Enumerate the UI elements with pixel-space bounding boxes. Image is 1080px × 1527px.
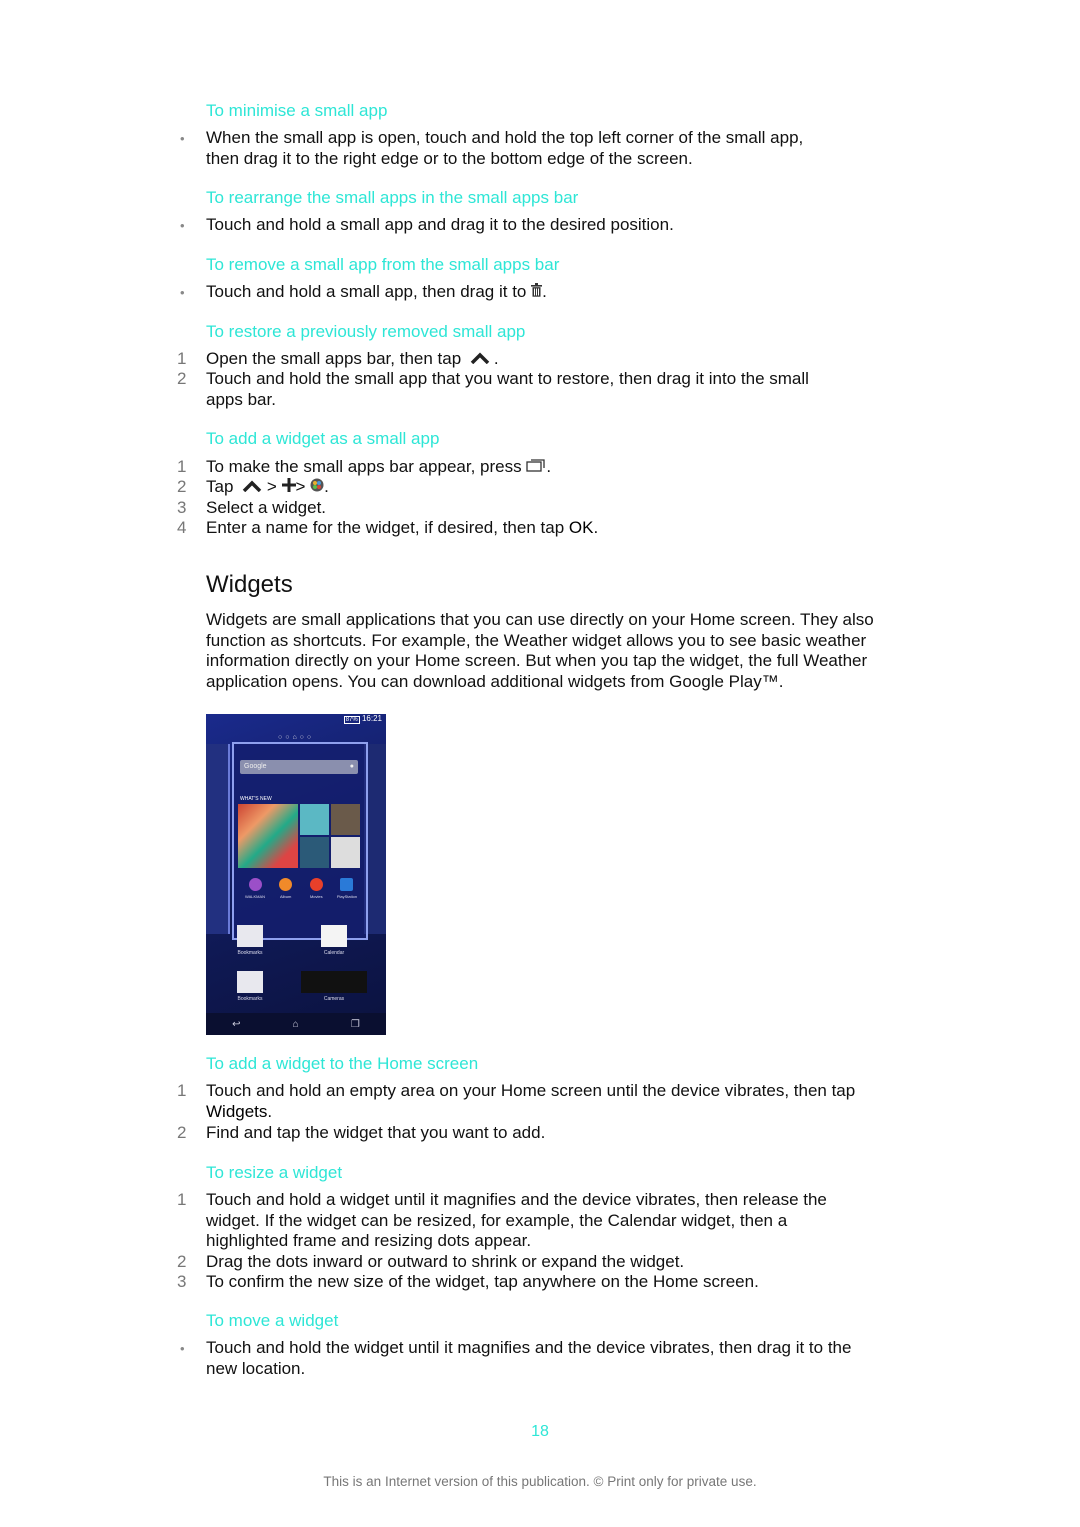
whats-new-tiles <box>238 804 360 868</box>
add-small-step-2-tap: Tap <box>206 477 239 496</box>
whats-new-label: WHAT'S NEW <box>240 796 272 802</box>
tile <box>300 804 329 835</box>
tile <box>300 837 329 868</box>
minimise-text: When the small app is open, touch and ho… <box>206 128 804 168</box>
remove-text: Touch and hold a small app, then drag it… <box>206 282 896 303</box>
recent-apps-icon <box>526 457 546 478</box>
home-pane-main: Google ● WHAT'S NEW WALKMAN Album Movies … <box>232 742 368 940</box>
home-screen-screenshot: 87% 16:21 ○○⌂○○ Google ● WHAT'S NEW WALKM… <box>206 714 386 1035</box>
status-time: 16:21 <box>361 714 382 723</box>
step-number: 3 <box>177 498 187 517</box>
remove-text-a: Touch and hold a small app, then drag it… <box>206 282 532 301</box>
tile <box>331 804 360 835</box>
app-row: WALKMAN Album Movies PlayStation <box>242 878 360 899</box>
step-number: 1 <box>177 1081 187 1100</box>
widget-calendar: Calendar <box>294 919 374 963</box>
restore-step-1: Open the small apps bar, then tap . <box>206 349 896 370</box>
add-small-step-2-end: . <box>324 477 329 496</box>
heading-minimise: To minimise a small app <box>206 101 388 120</box>
step-number: 1 <box>177 349 187 368</box>
step-number: 4 <box>177 518 187 537</box>
heading-add-widget-home: To add a widget to the Home screen <box>206 1054 479 1073</box>
widget-icon <box>310 477 324 498</box>
add-small-step-1-text: To make the small apps bar appear, press <box>206 457 527 476</box>
page-indicator: ○○⌂○○ <box>278 734 315 741</box>
step-number: 2 <box>177 1123 187 1142</box>
step-number: 2 <box>177 477 187 496</box>
add-small-step-4-text: Enter a name for the widget, if desired,… <box>206 518 569 537</box>
tile <box>238 804 298 868</box>
section-title-widgets: Widgets <box>206 571 293 598</box>
ok-label: OK <box>568 518 594 537</box>
restore-step-1-end: . <box>493 349 499 368</box>
chevron-up-icon <box>470 349 490 370</box>
remove-text-b: . <box>542 282 547 301</box>
step-number: 2 <box>177 369 187 388</box>
heading-restore: To restore a previously removed small ap… <box>206 322 526 341</box>
step-number: 1 <box>177 457 187 476</box>
home-pane-left <box>206 744 230 934</box>
back-icon: ↩ <box>232 1018 241 1030</box>
add-small-step-4: Enter a name for the widget, if desired,… <box>206 518 896 539</box>
app-movies: Movies <box>303 878 329 899</box>
chevron-up-icon <box>242 477 262 498</box>
heading-move: To move a widget <box>206 1311 339 1330</box>
widget-bookmarks: Bookmarks <box>210 919 290 963</box>
bullet: • <box>180 1341 185 1356</box>
restore-step-1-text: Open the small apps bar, then tap <box>206 349 466 368</box>
rearrange-text: Touch and hold a small app and drag it t… <box>206 215 674 234</box>
home-icon: ⌂ <box>292 1018 299 1030</box>
bullet: • <box>180 218 185 233</box>
widgets-label: Widgets <box>206 1101 268 1121</box>
heading-rearrange: To rearrange the small apps in the small… <box>206 188 579 207</box>
restore-step-2: Touch and hold the small app that you wa… <box>206 369 809 409</box>
step-number: 1 <box>177 1190 187 1209</box>
heading-add-widget-small-app: To add a widget as a small app <box>206 429 440 448</box>
resize-step-3: To confirm the new size of the widget, t… <box>206 1272 759 1291</box>
recent-apps-icon: ❐ <box>350 1018 360 1030</box>
separator: > <box>295 477 311 496</box>
widget-cameras: Cameras <box>294 965 374 1009</box>
add-small-step-1-end: . <box>546 457 552 476</box>
trash-icon <box>531 282 543 303</box>
bullet: • <box>180 131 185 146</box>
battery-level: 87% <box>343 716 360 724</box>
plus-icon <box>281 477 296 498</box>
step-number: 2 <box>177 1252 187 1271</box>
add-home-step-2: Find and tap the widget that you want to… <box>206 1123 546 1142</box>
heading-resize: To resize a widget <box>206 1163 343 1182</box>
widget-bookmarks: Bookmarks <box>210 965 290 1009</box>
widget-grid: Bookmarks Calendar Bookmarks Cameras <box>206 919 386 1011</box>
step-number: 3 <box>177 1272 187 1291</box>
resize-step-2: Drag the dots inward or outward to shrin… <box>206 1252 685 1271</box>
add-small-step-2: Tap > > . <box>206 477 896 498</box>
resize-step-1: Touch and hold a widget until it magnifi… <box>206 1190 827 1250</box>
status-bar: 87% 16:21 <box>206 714 386 726</box>
nav-bar: ↩ ⌂ ❐ <box>206 1013 386 1035</box>
heading-remove: To remove a small app from the small app… <box>206 255 560 274</box>
add-home-step-1: Touch and hold an empty area on your Hom… <box>206 1081 856 1122</box>
app-walkman: WALKMAN <box>242 878 268 899</box>
separator: > <box>262 477 282 496</box>
widgets-intro: Widgets are small applications that you … <box>206 610 874 691</box>
app-playstation: PlayStation <box>334 878 360 899</box>
footer-notice: This is an Internet version of this publ… <box>323 1474 757 1489</box>
move-text: Touch and hold the widget until it magni… <box>206 1338 852 1378</box>
google-label: Google <box>244 763 267 770</box>
add-home-step-1-end: . <box>267 1101 273 1121</box>
add-small-step-4-end: . <box>593 518 599 537</box>
app-album: Album <box>273 878 299 899</box>
bullet: • <box>180 285 185 300</box>
add-small-step-3: Select a widget. <box>206 498 327 517</box>
add-home-step-1-text: Touch and hold an empty area on your Hom… <box>206 1081 856 1100</box>
tile <box>331 837 360 868</box>
mic-icon: ● <box>349 763 354 770</box>
page-number: 18 <box>531 1423 549 1440</box>
google-search-widget: Google ● <box>240 760 358 774</box>
add-small-step-1: To make the small apps bar appear, press… <box>206 457 896 478</box>
